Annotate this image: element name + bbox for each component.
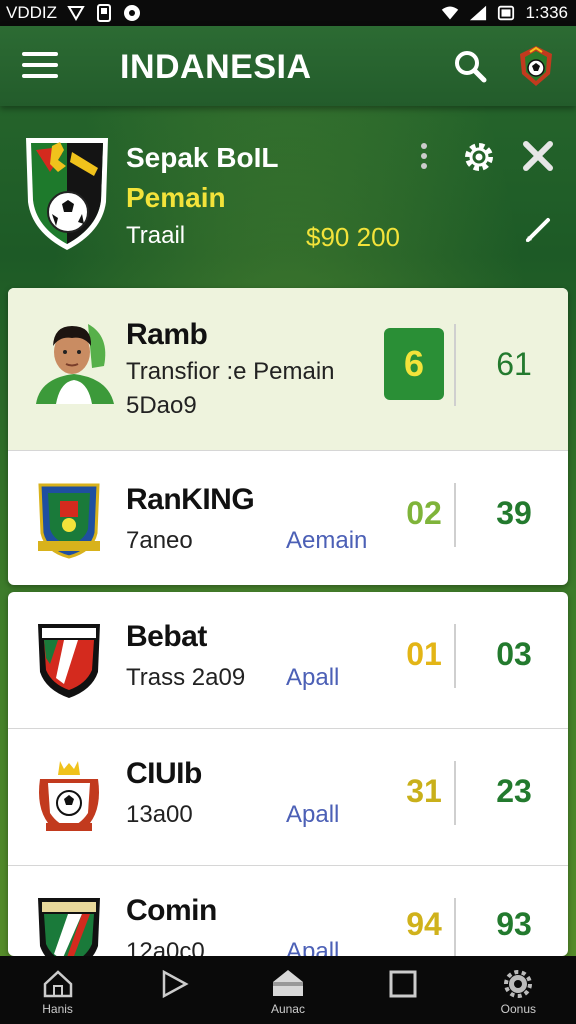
- row-subtitle: 12a0c0: [126, 938, 205, 956]
- nav-square[interactable]: [353, 956, 453, 1024]
- list-item[interactable]: RanKING 7aneo Aemain 02 39: [8, 451, 568, 585]
- settings-icon: [504, 970, 533, 998]
- row-stat-secondary: 39: [496, 495, 532, 531]
- team-value: $90 200: [306, 222, 400, 252]
- divider: [454, 624, 456, 688]
- row-subtitle: Transfior :e Pemain: [126, 358, 335, 385]
- pencil-icon: [526, 218, 550, 242]
- more-options-button[interactable]: [416, 140, 432, 180]
- nav-label: Hanis: [42, 1002, 73, 1016]
- search-icon: [455, 51, 487, 83]
- stadium-icon: [272, 970, 303, 996]
- status-bar: VDDIZ 1:336: [0, 0, 576, 26]
- club-crest-icon: [38, 898, 100, 956]
- row-extra: 5Dao9: [126, 392, 197, 419]
- ranking-card: Ramb Transfior :e Pemain 5Dao9 6 61 RanK…: [8, 288, 568, 585]
- row-stat-primary: 94: [406, 906, 442, 942]
- play-icon: [162, 969, 189, 999]
- divider: [454, 898, 456, 956]
- row-stat-secondary: 93: [496, 906, 532, 942]
- row-subtitle: Trass 2a09: [126, 664, 246, 691]
- nav-settings[interactable]: Oonus: [468, 956, 568, 1024]
- list-item[interactable]: CIUIb 13a00 Apall 31 23: [8, 729, 568, 866]
- list-item[interactable]: Bebat Trass 2a09 Apall 01 03: [8, 592, 568, 729]
- nav-label: Aunac: [270, 1002, 305, 1016]
- list-item[interactable]: Comin 12a0c0 Apall 94 93: [8, 866, 568, 956]
- nav-home[interactable]: Hanis: [8, 956, 108, 1024]
- wifi-icon: [441, 4, 459, 22]
- row-subtitle: 13a00: [126, 801, 193, 828]
- club-badge-button[interactable]: [516, 44, 556, 88]
- row-subtitle: 7aneo: [126, 527, 193, 554]
- square-icon: [389, 970, 417, 998]
- row-link[interactable]: Apall: [286, 664, 339, 692]
- edit-button[interactable]: [522, 214, 554, 246]
- row-stat-secondary: 03: [496, 636, 532, 672]
- menu-button[interactable]: [22, 52, 58, 82]
- team-header: Sepak BoIL Pemain Traail $90 200: [0, 106, 576, 286]
- row-link[interactable]: Apall: [286, 938, 339, 956]
- row-title: RanKING: [126, 483, 255, 516]
- player-avatar-icon: [36, 324, 114, 404]
- team-crest: [22, 132, 112, 254]
- carrier-label: VDDIZ: [6, 3, 57, 22]
- row-title: CIUIb: [126, 757, 202, 790]
- row-title: Comin: [126, 894, 217, 927]
- club-crest-icon: [39, 761, 99, 831]
- team-subtitle: Pemain: [126, 182, 226, 213]
- battery-icon: [497, 4, 515, 22]
- rating-badge: 6: [384, 328, 444, 400]
- row-stat-secondary: 23: [496, 773, 532, 809]
- club-crest-icon: [38, 483, 100, 559]
- row-stat-primary: 31: [406, 773, 442, 809]
- app-bar: INDANESIA: [0, 26, 576, 106]
- search-button[interactable]: [452, 48, 488, 84]
- list-item[interactable]: Ramb Transfior :e Pemain 5Dao9 6 61: [8, 288, 568, 451]
- row-link[interactable]: Apall: [286, 801, 339, 829]
- settings-button[interactable]: [462, 140, 496, 174]
- location-icon: [67, 4, 85, 22]
- row-title: Ramb: [126, 318, 208, 351]
- row-stat-primary: 01: [406, 636, 442, 672]
- club-crest: [34, 479, 104, 559]
- club-crest: [34, 757, 104, 837]
- club-list-card: Bebat Trass 2a09 Apall 01 03 CIUIb 13a00…: [8, 592, 568, 956]
- row-stat-primary: 02: [406, 495, 442, 531]
- notification-icon: [123, 4, 141, 22]
- row-link[interactable]: Aemain: [286, 527, 367, 555]
- signal-icon: [469, 4, 487, 22]
- close-button[interactable]: [520, 138, 556, 174]
- club-crest: [34, 894, 104, 956]
- divider: [454, 761, 456, 825]
- home-icon: [43, 970, 72, 998]
- close-icon: [523, 141, 553, 171]
- nav-play[interactable]: [123, 956, 223, 1024]
- bottom-navigation: Hanis Aunac Oonus: [0, 956, 576, 1024]
- club-crest: [34, 620, 104, 700]
- row-stat-secondary: 61: [496, 346, 532, 382]
- nav-stadium[interactable]: Aunac: [238, 956, 338, 1024]
- club-crest-icon: [38, 624, 100, 698]
- player-avatar: [34, 316, 116, 406]
- gear-icon: [465, 143, 493, 171]
- team-meta-label: Traail: [126, 222, 186, 249]
- kebab-icon: [416, 143, 432, 169]
- menu-icon: [22, 52, 58, 56]
- nav-label: Oonus: [500, 1002, 537, 1016]
- divider: [454, 324, 456, 406]
- club-badge-icon: [520, 46, 552, 86]
- divider: [454, 483, 456, 547]
- team-crest-icon: [26, 138, 108, 250]
- team-name: Sepak BoIL: [126, 142, 279, 173]
- row-title: Bebat: [126, 620, 207, 653]
- app-title: INDANESIA: [120, 48, 312, 86]
- phone-icon: [95, 4, 113, 22]
- clock: 1:336: [525, 3, 568, 22]
